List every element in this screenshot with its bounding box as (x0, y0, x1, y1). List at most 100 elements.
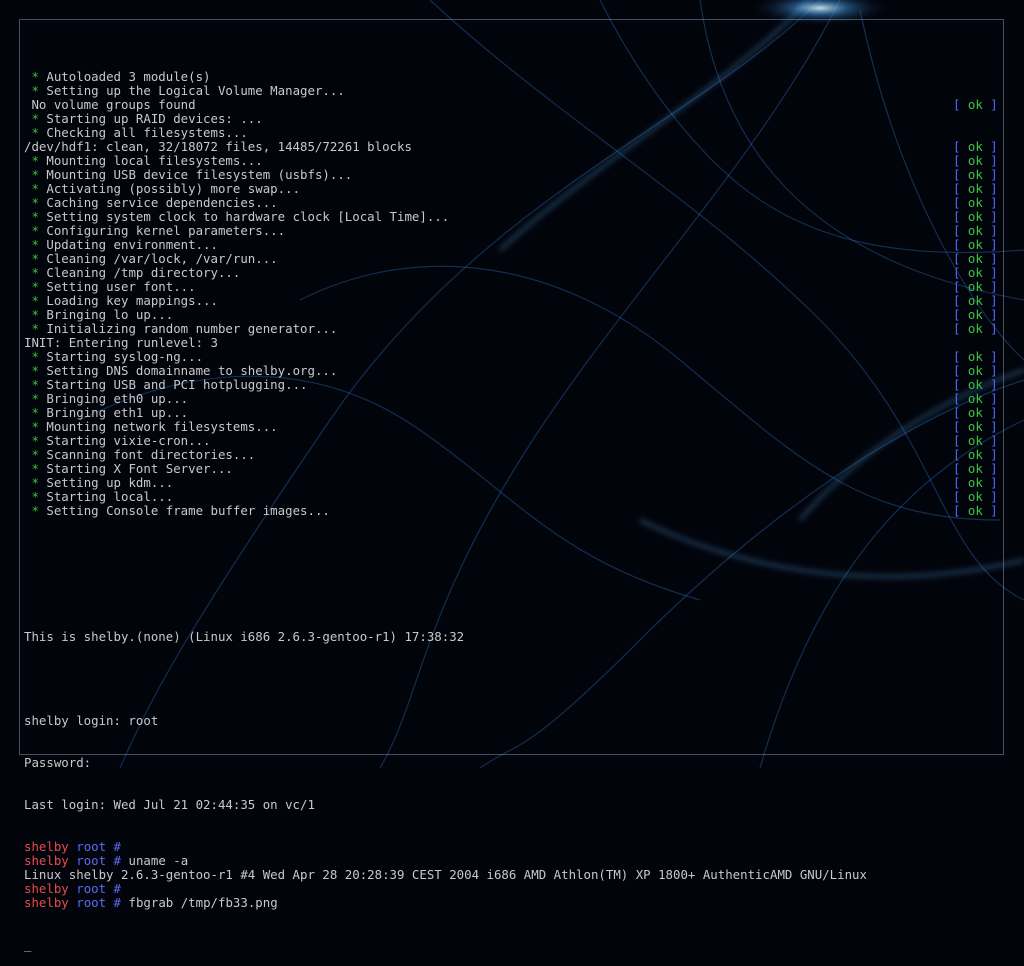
boot-line: * Mounting network filesystems... [ ok ] (24, 420, 1004, 434)
ok-bracket-open: [ (953, 195, 968, 210)
ok-status: [ ok ] (953, 504, 998, 518)
boot-message: Mounting local filesystems... (46, 153, 263, 168)
ok-bracket-open: [ (953, 209, 968, 224)
boot-line: * Loading key mappings... [ ok ] (24, 294, 1004, 308)
ok-word: ok (967, 209, 983, 224)
ok-word: ok (967, 97, 983, 112)
ok-status: [ ok ] (953, 280, 998, 294)
boot-star-icon: * (24, 279, 47, 294)
ok-bracket-close: ] (982, 293, 998, 308)
boot-star-icon: * (24, 209, 47, 224)
ok-bracket-close: ] (982, 279, 998, 294)
ok-bracket-close: ] (982, 97, 998, 112)
ok-word: ok (967, 195, 983, 210)
ok-status: [ ok ] (953, 392, 998, 406)
boot-star-icon: * (24, 251, 47, 266)
ok-bracket-close: ] (982, 461, 998, 476)
boot-star-icon: * (24, 405, 47, 420)
boot-star-icon: * (24, 237, 47, 252)
ok-bracket-open: [ (953, 363, 968, 378)
ok-bracket-open: [ (953, 461, 968, 476)
boot-message: Configuring kernel parameters... (46, 223, 286, 238)
boot-star-icon: * (24, 265, 47, 280)
boot-line: * Starting vixie-cron... [ ok ] (24, 434, 1004, 448)
ok-bracket-close: ] (982, 489, 998, 504)
ok-word: ok (967, 167, 983, 182)
ok-bracket-close: ] (982, 419, 998, 434)
ok-word: ok (967, 251, 983, 266)
boot-star-icon: * (24, 181, 47, 196)
prompt-dir: root (76, 839, 107, 854)
boot-line: * Scanning font directories... [ ok ] (24, 448, 1004, 462)
ok-status: [ ok ] (953, 462, 998, 476)
boot-message: Setting DNS domainname to shelby.org... (46, 363, 338, 378)
ok-bracket-open: [ (953, 447, 968, 462)
boot-line: * Setting up kdm... [ ok ] (24, 476, 1004, 490)
boot-message: Setting user font... (46, 279, 196, 294)
boot-line: * Configuring kernel parameters... [ ok ] (24, 224, 1004, 238)
boot-message: No volume groups found (24, 97, 196, 112)
boot-line: * Activating (possibly) more swap... [ ok… (24, 182, 1004, 196)
boot-message: Autoloaded 3 module(s) (46, 69, 211, 84)
boot-star-icon: * (24, 195, 47, 210)
ok-status: [ ok ] (953, 252, 998, 266)
ok-bracket-close: ] (982, 447, 998, 462)
login-line: shelby login: root (24, 713, 159, 728)
prompt-host: shelby (24, 853, 69, 868)
prompt-line: shelby root # fbgrab /tmp/fb33.png (24, 896, 1004, 910)
cursor-line[interactable]: _ (24, 938, 1004, 952)
ok-bracket-close: ] (982, 167, 998, 182)
boot-star-icon: * (24, 363, 47, 378)
boot-line: * Starting USB and PCI hotplugging... [ o… (24, 378, 1004, 392)
boot-message: Activating (possibly) more swap... (46, 181, 301, 196)
prompt-dir: root (76, 881, 107, 896)
boot-star-icon: * (24, 419, 47, 434)
ok-status: [ ok ] (953, 448, 998, 462)
ok-bracket-open: [ (953, 475, 968, 490)
ok-bracket-open: [ (953, 97, 968, 112)
shell-session: shelby root # shelby root # uname -a Linux… (24, 840, 1004, 910)
ok-word: ok (967, 349, 983, 364)
ok-bracket-close: ] (982, 391, 998, 406)
boot-line: * Setting system clock to hardware clock… (24, 210, 1004, 224)
boot-star-icon: * (24, 503, 47, 518)
ok-word: ok (967, 181, 983, 196)
boot-message: INIT: Entering runlevel: 3 (24, 335, 218, 350)
boot-message: Setting up kdm... (46, 475, 174, 490)
boot-message: Cleaning /tmp directory... (46, 265, 241, 280)
boot-star-icon: * (24, 391, 47, 406)
ok-word: ok (967, 321, 983, 336)
prompt-host: shelby (24, 881, 69, 896)
ok-status: [ ok ] (953, 182, 998, 196)
ok-word: ok (967, 293, 983, 308)
console-output[interactable]: * Autoloaded 3 module(s) * Setting up th… (24, 42, 1004, 966)
ok-bracket-close: ] (982, 139, 998, 154)
ok-bracket-close: ] (982, 251, 998, 266)
prompt-line: shelby root # (24, 840, 1004, 854)
ok-status: [ ok ] (953, 140, 998, 154)
ok-bracket-close: ] (982, 349, 998, 364)
ok-bracket-open: [ (953, 265, 968, 280)
ok-status: [ ok ] (953, 364, 998, 378)
boot-message: Bringing lo up... (46, 307, 174, 322)
ok-word: ok (967, 489, 983, 504)
boot-star-icon: * (24, 153, 47, 168)
ok-status: [ ok ] (953, 406, 998, 420)
ok-bracket-open: [ (953, 433, 968, 448)
prompt-symbol: # (113, 839, 122, 854)
ok-bracket-open: [ (953, 181, 968, 196)
ok-word: ok (967, 391, 983, 406)
last-login-line: Last login: Wed Jul 21 02:44:35 on vc/1 (24, 797, 315, 812)
ok-word: ok (967, 461, 983, 476)
boot-message: /dev/hdf1: clean, 32/18072 files, 14485/… (24, 139, 412, 154)
boot-message: Cleaning /var/lock, /var/run... (46, 251, 278, 266)
ok-word: ok (967, 377, 983, 392)
ok-status: [ ok ] (953, 266, 998, 280)
ok-word: ok (967, 503, 983, 518)
text-cursor: _ (24, 937, 32, 952)
boot-message: Starting vixie-cron... (46, 433, 211, 448)
ok-word: ok (967, 307, 983, 322)
